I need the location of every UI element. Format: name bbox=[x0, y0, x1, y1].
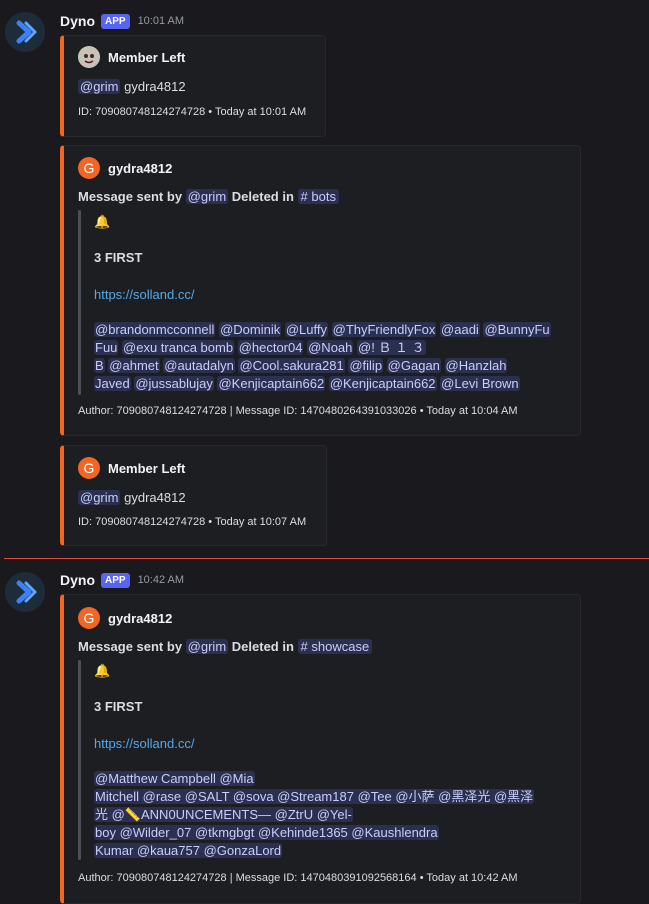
embed-description: Message sent by @grim Deleted in # showc… bbox=[78, 639, 373, 654]
sent-by-label: Message sent by bbox=[78, 189, 183, 204]
mention[interactable]: @Levi Brown bbox=[440, 376, 520, 391]
mention-line: 光 @📏ANN0UNCEMENTS— @ZtrU @Yel- bbox=[94, 806, 564, 824]
quoted-mentions: @brandonmcconnell @Dominik @Luffy @ThyFr… bbox=[94, 321, 564, 393]
quoted-heading: 3 FIRST bbox=[94, 250, 143, 265]
embed-author: Member Left bbox=[78, 46, 185, 68]
channel-mention[interactable]: # bots bbox=[297, 189, 339, 204]
author-letter-icon: G bbox=[78, 457, 100, 479]
embed-footer: Author: 709080748124274728 | Message ID:… bbox=[78, 872, 518, 884]
embed-member-left: G Member Left @grim gydra4812 ID: 709080… bbox=[60, 445, 327, 546]
mention[interactable]: @autadalyn bbox=[163, 358, 235, 373]
mention[interactable]: boy @Wilder_07 @tkmgbgt @Kehinde1365 @Ka… bbox=[94, 825, 439, 840]
dyno-logo-icon bbox=[5, 12, 45, 52]
embed-footer: ID: 709080748124274728 • Today at 10:01 … bbox=[78, 106, 307, 118]
mention-line: boy @Wilder_07 @tkmgbgt @Kehinde1365 @Ka… bbox=[94, 824, 564, 842]
mention[interactable]: @exu tranca bomb bbox=[122, 340, 235, 355]
mention[interactable]: @Kenjicaptain662 bbox=[217, 376, 326, 391]
mention[interactable]: B bbox=[94, 358, 105, 373]
member-avatar-icon bbox=[78, 46, 100, 68]
dyno-avatar[interactable] bbox=[5, 572, 45, 612]
user-mention[interactable]: @grim bbox=[78, 79, 121, 94]
bell-icon: 🔔 bbox=[94, 214, 111, 229]
mention-line: Kumar @kaua757 @GonzaLord bbox=[94, 842, 564, 860]
mention[interactable]: Javed bbox=[94, 376, 131, 391]
embed-author-name: gydra4812 bbox=[108, 160, 173, 176]
mention-line: Mitchell @rase @SALT @sova @Stream187 @T… bbox=[94, 788, 564, 806]
mention[interactable]: @ThyFriendlyFox bbox=[331, 322, 437, 337]
embed-author-name: gydra4812 bbox=[108, 610, 173, 626]
mention[interactable]: @hector04 bbox=[237, 340, 304, 355]
hash-icon: # bbox=[300, 639, 308, 654]
embed-message-deleted: G gydra4812 Message sent by @grim Delete… bbox=[60, 594, 581, 904]
mention[interactable]: Fuu bbox=[94, 340, 119, 355]
embed-author: G gydra4812 bbox=[78, 157, 172, 179]
quoted-mentions: @Matthew Campbell @Mia Mitchell @rase @S… bbox=[94, 770, 564, 860]
mention[interactable]: @aadi bbox=[440, 322, 480, 337]
user-name: gydra4812 bbox=[124, 490, 186, 505]
embed-description: Message sent by @grim Deleted in # bots bbox=[78, 189, 339, 204]
deleted-in-label: Deleted in bbox=[231, 189, 294, 204]
timestamp[interactable]: 10:01 AM bbox=[138, 15, 184, 27]
embed-title: Member Left bbox=[108, 460, 186, 476]
quoted-link[interactable]: https://solland.cc/ bbox=[94, 736, 194, 751]
deleted-in-label: Deleted in bbox=[231, 639, 294, 654]
user-mention[interactable]: @grim bbox=[185, 189, 229, 204]
mention[interactable]: Mitchell @rase @SALT @sova @Stream187 @T… bbox=[94, 789, 535, 804]
channel-name: bots bbox=[311, 189, 336, 204]
mention-line: @Matthew Campbell @Mia bbox=[94, 770, 564, 788]
mention[interactable]: @Gagan bbox=[386, 358, 441, 373]
quoted-link[interactable]: https://solland.cc/ bbox=[94, 287, 194, 302]
mention[interactable]: @Dominik bbox=[219, 322, 282, 337]
sent-by-label: Message sent by bbox=[78, 639, 183, 654]
message-header: Dyno APP 10:42 AM bbox=[60, 572, 184, 588]
mention[interactable]: @Cool.sakura281 bbox=[238, 358, 345, 373]
embed-author: G gydra4812 bbox=[78, 607, 172, 629]
dyno-avatar[interactable] bbox=[5, 12, 45, 52]
mention[interactable]: @brandonmcconnell bbox=[94, 322, 216, 337]
mention[interactable]: @ahmet bbox=[108, 358, 160, 373]
app-badge: APP bbox=[101, 13, 130, 29]
message-header: Dyno APP 10:01 AM bbox=[60, 13, 184, 29]
mention[interactable]: @Hanzlah bbox=[444, 358, 508, 373]
channel-mention[interactable]: # showcase bbox=[297, 639, 373, 654]
quoted-heading: 3 FIRST bbox=[94, 699, 143, 714]
mention[interactable]: @filip bbox=[348, 358, 384, 373]
mention[interactable]: Kumar @kaua757 @GonzaLord bbox=[94, 843, 283, 858]
mention[interactable]: @BunnyFu bbox=[483, 322, 551, 337]
mention[interactable]: @Kenjicaptain662 bbox=[328, 376, 437, 391]
author-letter-icon: G bbox=[78, 157, 100, 179]
embed-user-line: @grim gydra4812 bbox=[78, 490, 186, 505]
mention[interactable]: @Luffy bbox=[284, 322, 328, 337]
embed-footer: Author: 709080748124274728 | Message ID:… bbox=[78, 405, 518, 417]
mention[interactable]: @! Ｂ １ ３ bbox=[357, 340, 426, 355]
mention[interactable]: @Noah bbox=[307, 340, 354, 355]
mention[interactable]: @Matthew Campbell @Mia bbox=[94, 771, 255, 786]
username[interactable]: Dyno bbox=[60, 13, 95, 29]
user-mention[interactable]: @grim bbox=[78, 490, 121, 505]
user-name: gydra4812 bbox=[124, 79, 186, 94]
quote-bar bbox=[78, 660, 81, 860]
quote-bar bbox=[78, 210, 81, 395]
embed-title: Member Left bbox=[108, 49, 186, 65]
new-messages-divider bbox=[4, 558, 649, 559]
dyno-logo-icon bbox=[5, 572, 45, 612]
mention[interactable]: 光 @📏ANN0UNCEMENTS— @ZtrU @Yel- bbox=[94, 807, 353, 822]
embed-member-left: Member Left @grim gydra4812 ID: 70908074… bbox=[60, 35, 326, 137]
app-badge: APP bbox=[101, 572, 130, 588]
embed-message-deleted: G gydra4812 Message sent by @grim Delete… bbox=[60, 145, 581, 436]
embed-footer: ID: 709080748124274728 • Today at 10:07 … bbox=[78, 516, 307, 528]
channel-name: showcase bbox=[311, 639, 370, 654]
embed-author: G Member Left bbox=[78, 457, 185, 479]
author-letter-icon: G bbox=[78, 607, 100, 629]
mention[interactable]: @jussablujay bbox=[134, 376, 214, 391]
embed-user-line: @grim gydra4812 bbox=[78, 79, 186, 94]
user-mention[interactable]: @grim bbox=[185, 639, 229, 654]
bell-icon: 🔔 bbox=[94, 663, 111, 678]
timestamp[interactable]: 10:42 AM bbox=[138, 574, 184, 586]
username[interactable]: Dyno bbox=[60, 572, 95, 588]
hash-icon: # bbox=[300, 189, 308, 204]
